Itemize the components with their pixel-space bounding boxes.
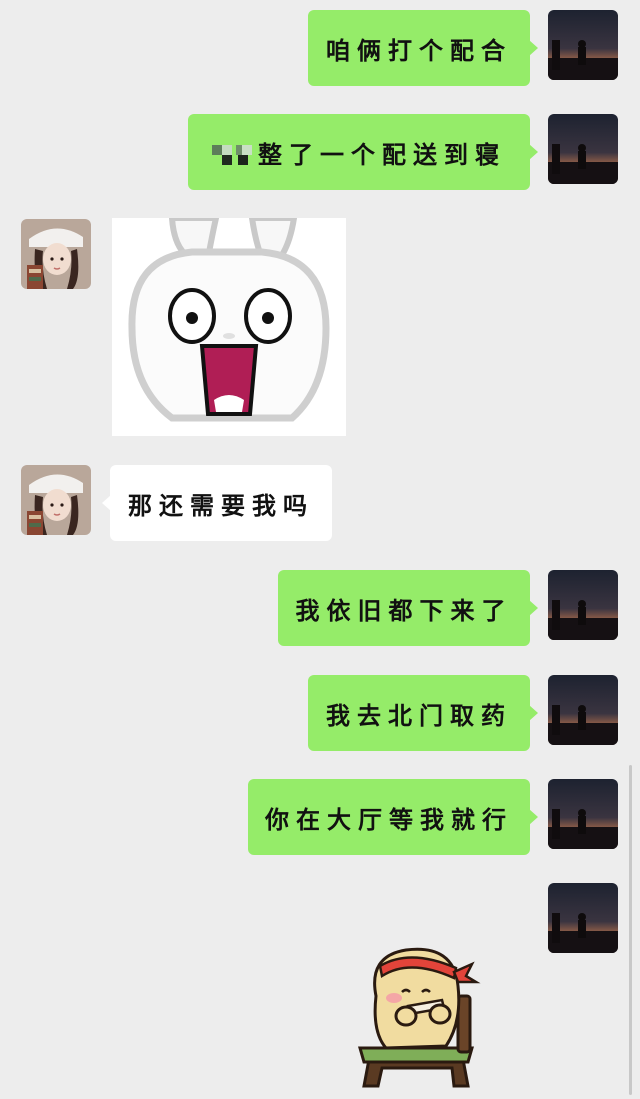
self-avatar[interactable] [548,779,618,849]
message-text: 你在大厅等我就行 [265,804,513,834]
message-bubble-outgoing[interactable]: 咱俩打个配合 [308,10,538,86]
contact-avatar[interactable] [21,219,91,289]
self-avatar[interactable] [548,883,618,953]
self-avatar[interactable] [548,114,618,184]
sunset-silhouette-avatar-icon [548,570,618,640]
chat-message-list[interactable]: 咱俩打个配合 整了一个配送到寝 那还需要我吗 我依旧都下来了 我去北门取药 你在… [0,0,640,1099]
shocked-rabbit-icon [128,215,330,422]
self-avatar[interactable] [548,10,618,80]
sunset-silhouette-avatar-icon [548,114,618,184]
sunset-silhouette-avatar-icon [548,883,618,953]
shocked-rabbit-sticker[interactable] [112,215,346,436]
message-bubble-outgoing[interactable]: 我依旧都下来了 [278,570,538,646]
self-avatar[interactable] [548,570,618,640]
message-text: 咱俩打个配合 [326,35,512,65]
redacted-mosaic-icon [212,139,252,165]
message-bubble-outgoing[interactable]: 整了一个配送到寝 [188,114,538,190]
girl-portrait-avatar-icon [21,465,91,535]
message-text: 整了一个配送到寝 [258,139,506,169]
scrollbar[interactable] [629,765,632,1095]
message-text: 那还需要我吗 [128,490,314,520]
girl-portrait-avatar-icon [21,219,91,289]
message-text: 我去北门取药 [326,700,512,730]
sunset-silhouette-avatar-icon [548,10,618,80]
contact-avatar[interactable] [21,465,91,535]
message-bubble-incoming[interactable]: 那还需要我吗 [102,465,332,541]
message-text: 我依旧都下来了 [295,595,513,625]
sunset-silhouette-avatar-icon [548,779,618,849]
self-avatar[interactable] [548,675,618,745]
sunset-silhouette-avatar-icon [548,675,618,745]
message-bubble-outgoing[interactable]: 你在大厅等我就行 [248,779,538,855]
bear-eating-icon [358,947,481,1088]
bear-eating-sticker[interactable] [350,936,490,1092]
message-bubble-outgoing[interactable]: 我去北门取药 [308,675,538,751]
